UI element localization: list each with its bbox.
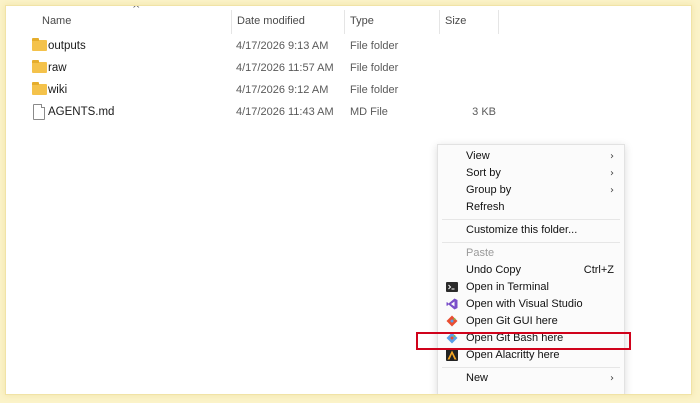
file-explorer-window: ^ Name Date modified Type Size outputs 4… — [6, 6, 691, 394]
file-name: raw — [48, 62, 67, 74]
file-name: outputs — [48, 40, 86, 52]
menu-separator — [442, 219, 620, 220]
menu-item-label: Open with Visual Studio — [466, 298, 583, 310]
chevron-right-icon: › — [610, 373, 614, 384]
menu-item-label: New — [466, 372, 489, 384]
chevron-right-icon: › — [610, 168, 614, 179]
menu-item-new[interactable]: New › — [438, 370, 624, 387]
menu-item-refresh[interactable]: Refresh — [438, 199, 624, 216]
file-name: AGENTS.md — [48, 106, 115, 118]
chevron-right-icon: › — [610, 151, 614, 162]
menu-item-open-visual-studio[interactable]: Open with Visual Studio — [438, 296, 624, 313]
menu-item-label: Open in Terminal — [466, 281, 549, 293]
file-size: 3 KB — [472, 106, 496, 118]
menu-item-label: Customize this folder... — [466, 224, 578, 236]
document-icon — [33, 104, 45, 120]
file-date: 4/17/2026 11:57 AM — [236, 62, 334, 74]
menu-item-label: Open Git GUI here — [466, 315, 558, 327]
file-type: File folder — [350, 62, 399, 74]
folder-icon — [32, 82, 47, 95]
annotation-highlight-box — [416, 332, 631, 350]
column-header-bar: ^ Name Date modified Type Size — [6, 6, 691, 36]
menu-item-label: Refresh — [466, 201, 505, 213]
column-header-date-modified[interactable]: Date modified — [231, 6, 341, 36]
menu-item-open-git-gui[interactable]: Open Git GUI here — [438, 313, 624, 330]
folder-icon — [32, 60, 47, 73]
menu-item-label: Group by — [466, 184, 512, 196]
git-gui-icon — [446, 315, 458, 327]
terminal-icon — [446, 282, 458, 292]
shortcut-text: Ctrl+Z — [583, 264, 614, 276]
column-header-size[interactable]: Size — [439, 6, 499, 36]
file-type: File folder — [350, 40, 399, 52]
file-type: MD File — [350, 106, 388, 118]
file-row-raw[interactable]: raw 4/17/2026 11:57 AM File folder — [6, 57, 606, 79]
menu-item-undo-copy[interactable]: Undo Copy Ctrl+Z — [438, 262, 624, 279]
menu-item-label: View — [466, 150, 490, 162]
menu-separator — [442, 242, 620, 243]
alacritty-icon — [446, 349, 458, 361]
file-date: 4/17/2026 9:12 AM — [236, 84, 329, 96]
chevron-right-icon: › — [610, 185, 614, 196]
file-row-wiki[interactable]: wiki 4/17/2026 9:12 AM File folder — [6, 79, 606, 101]
menu-separator — [442, 367, 620, 368]
menu-item-open-in-terminal[interactable]: Open in Terminal — [438, 279, 624, 296]
context-menu: View › Sort by › Group by › Refresh Cust… — [437, 144, 625, 394]
visual-studio-icon — [446, 298, 458, 310]
file-row-agents-md[interactable]: AGENTS.md 4/17/2026 11:43 AM MD File 3 K… — [6, 101, 606, 123]
file-name: wiki — [48, 84, 68, 96]
column-divider[interactable] — [498, 10, 499, 34]
menu-item-sort-by[interactable]: Sort by › — [438, 165, 624, 182]
menu-item-label: Undo Copy — [466, 264, 522, 276]
file-date: 4/17/2026 9:13 AM — [236, 40, 329, 52]
column-header-name[interactable]: Name — [36, 6, 232, 36]
menu-item-paste: Paste — [438, 245, 624, 262]
column-header-type[interactable]: Type — [344, 6, 439, 36]
menu-item-label: Sort by — [466, 167, 501, 179]
menu-item-view[interactable]: View › — [438, 148, 624, 165]
menu-item-label: Paste — [466, 247, 495, 259]
menu-item-customize-folder[interactable]: Customize this folder... — [438, 222, 624, 239]
file-date: 4/17/2026 11:43 AM — [236, 106, 334, 118]
file-row-outputs[interactable]: outputs 4/17/2026 9:13 AM File folder — [6, 35, 606, 57]
folder-icon — [32, 38, 47, 51]
file-type: File folder — [350, 84, 399, 96]
menu-item-group-by[interactable]: Group by › — [438, 182, 624, 199]
